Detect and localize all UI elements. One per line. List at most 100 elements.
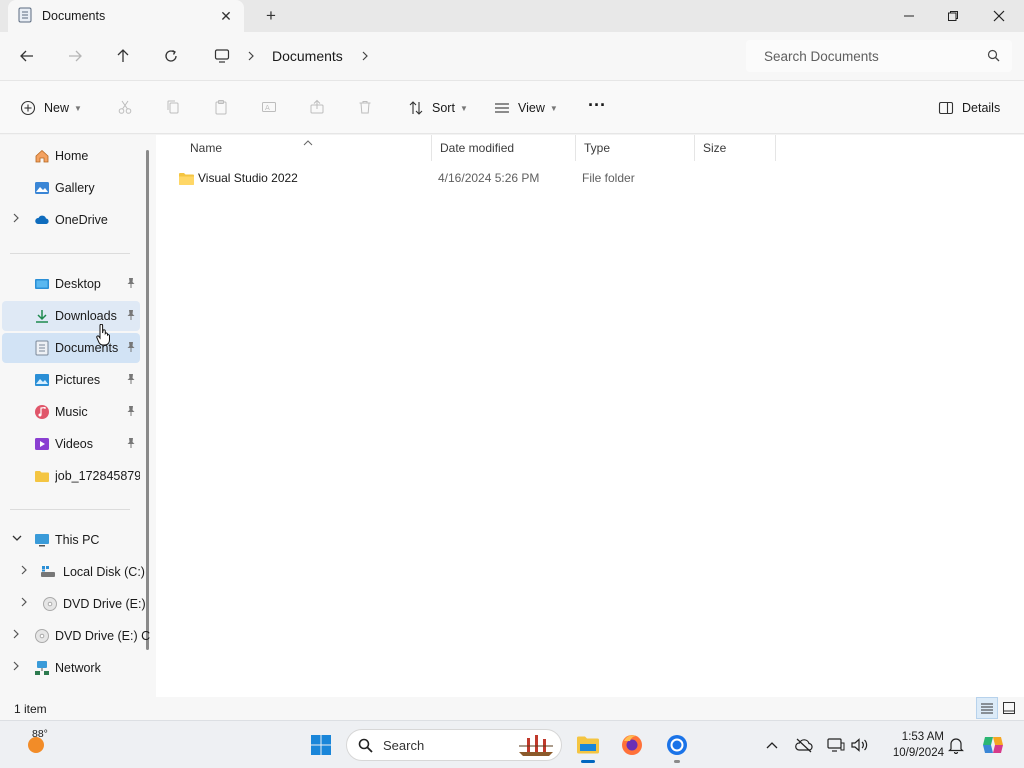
clock[interactable]: 1:53 AM 10/9/2024 xyxy=(880,729,944,761)
column-header-name[interactable]: Name xyxy=(182,135,432,161)
address-toolbar: Documents Search Documents xyxy=(0,32,1024,80)
firefox-taskbar-button[interactable] xyxy=(616,729,648,761)
nav-label: DVD Drive (E:) xyxy=(63,597,146,611)
hand-cursor-icon xyxy=(96,323,110,349)
pin-icon xyxy=(126,277,136,289)
chevron-down-icon: ▼ xyxy=(459,103,468,113)
restore-button[interactable] xyxy=(930,0,976,32)
close-tab-icon[interactable]: ✕ xyxy=(218,8,234,24)
column-header-type[interactable]: Type xyxy=(576,135,695,161)
gallery-icon xyxy=(34,180,50,196)
chevron-right-icon[interactable] xyxy=(361,51,369,61)
network-status-icon[interactable] xyxy=(826,735,846,755)
nav-item-dvd-drive-root[interactable]: DVD Drive (E:) C xyxy=(2,621,150,651)
share-icon[interactable] xyxy=(307,97,327,117)
onedrive-tray-icon[interactable] xyxy=(794,735,814,755)
nav-label: This PC xyxy=(55,533,100,547)
column-header-size[interactable]: Size xyxy=(695,135,776,161)
close-window-button[interactable] xyxy=(976,0,1022,32)
delete-icon[interactable] xyxy=(355,97,375,117)
search-icon xyxy=(358,738,373,756)
tab-documents[interactable]: Documents ✕ xyxy=(8,0,244,32)
more-options-button[interactable]: ··· xyxy=(588,93,606,117)
volume-icon[interactable] xyxy=(850,735,870,755)
forward-button[interactable] xyxy=(63,44,87,68)
file-explorer-taskbar-button[interactable] xyxy=(572,729,604,763)
chevron-right-icon[interactable] xyxy=(247,51,255,61)
back-button[interactable] xyxy=(15,44,39,68)
nav-item-job-folder[interactable]: job_1728458793 xyxy=(2,461,140,491)
new-button[interactable]: New ▼ xyxy=(20,96,82,120)
refresh-button[interactable] xyxy=(159,44,183,68)
documents-icon xyxy=(34,340,50,356)
view-button[interactable]: View ▼ xyxy=(494,96,558,120)
computer-icon xyxy=(34,532,50,548)
nav-item-music[interactable]: Music xyxy=(2,397,140,427)
nav-item-network[interactable]: Network xyxy=(2,653,140,683)
nav-label: Gallery xyxy=(55,181,95,195)
nav-label: OneDrive xyxy=(55,213,108,227)
copy-icon[interactable] xyxy=(163,97,183,117)
status-bar: 1 item xyxy=(0,697,1024,720)
disc-icon xyxy=(34,628,50,644)
nav-item-pictures[interactable]: Pictures xyxy=(2,365,140,395)
chevron-right-icon[interactable] xyxy=(12,629,22,641)
details-view-toggle[interactable] xyxy=(976,697,998,719)
chevron-down-icon: ▼ xyxy=(549,103,558,113)
title-bar: Documents ✕ + xyxy=(0,0,1024,32)
chevron-right-icon[interactable] xyxy=(12,213,22,225)
computer-icon[interactable] xyxy=(214,48,230,64)
sort-button[interactable]: Sort ▼ xyxy=(408,96,468,120)
search-input[interactable]: Search Documents xyxy=(746,40,1012,72)
nav-item-desktop[interactable]: Desktop xyxy=(2,269,140,299)
file-row[interactable]: Visual Studio 2022 4/16/2024 5:26 PM Fil… xyxy=(172,167,776,189)
show-hidden-icons-chevron-icon[interactable] xyxy=(762,735,782,755)
chevron-right-icon[interactable] xyxy=(20,565,30,577)
notification-bell-icon[interactable] xyxy=(946,735,966,755)
nav-item-home[interactable]: Home xyxy=(2,141,140,171)
nav-item-this-pc[interactable]: This PC xyxy=(2,525,140,555)
drive-icon xyxy=(40,564,56,580)
nav-divider xyxy=(10,509,130,510)
navigation-scrollbar[interactable] xyxy=(146,150,149,650)
file-name: Visual Studio 2022 xyxy=(198,171,298,185)
nav-item-onedrive[interactable]: OneDrive xyxy=(2,205,140,235)
folder-icon xyxy=(577,736,599,754)
breadcrumb[interactable]: Documents xyxy=(272,48,343,64)
running-indicator xyxy=(674,760,680,763)
sort-icon xyxy=(409,101,423,115)
chevron-down-icon[interactable] xyxy=(12,533,22,545)
start-button[interactable] xyxy=(305,729,337,761)
up-button[interactable] xyxy=(111,44,135,68)
tiles-view-toggle[interactable] xyxy=(998,697,1020,719)
taskbar-search[interactable]: Search xyxy=(346,729,562,761)
details-button[interactable]: Details xyxy=(938,96,1000,120)
nav-item-videos[interactable]: Videos xyxy=(2,429,140,459)
new-tab-button[interactable]: + xyxy=(262,7,280,25)
documents-icon xyxy=(18,7,32,26)
nav-item-documents[interactable]: Documents xyxy=(2,333,140,363)
search-placeholder: Search Documents xyxy=(764,48,879,64)
disc-icon xyxy=(42,596,58,612)
cut-icon[interactable] xyxy=(115,97,135,117)
column-header-date[interactable]: Date modified xyxy=(432,135,576,161)
view-icon xyxy=(495,103,509,113)
weather-temp: 88° xyxy=(32,728,48,740)
rename-icon[interactable]: A xyxy=(259,97,279,117)
item-count: 1 item xyxy=(14,702,47,716)
weather-widget[interactable]: 88° xyxy=(16,728,56,761)
nav-item-dvd-drive[interactable]: DVD Drive (E:) xyxy=(2,589,146,619)
nav-label: Downloads xyxy=(55,309,117,323)
desktop-icon xyxy=(34,276,50,292)
copilot-icon[interactable] xyxy=(980,732,1006,758)
chrome-taskbar-button[interactable] xyxy=(661,729,693,763)
chevron-right-icon[interactable] xyxy=(20,597,30,609)
chevron-right-icon[interactable] xyxy=(12,661,22,673)
nav-label: Music xyxy=(55,405,88,419)
address-bar[interactable]: Documents xyxy=(200,40,730,72)
paste-icon[interactable] xyxy=(211,97,231,117)
nav-item-downloads[interactable]: Downloads xyxy=(2,301,140,331)
nav-item-local-disk[interactable]: Local Disk (C:) xyxy=(2,557,145,587)
minimize-button[interactable] xyxy=(886,0,932,32)
nav-item-gallery[interactable]: Gallery xyxy=(2,173,140,203)
